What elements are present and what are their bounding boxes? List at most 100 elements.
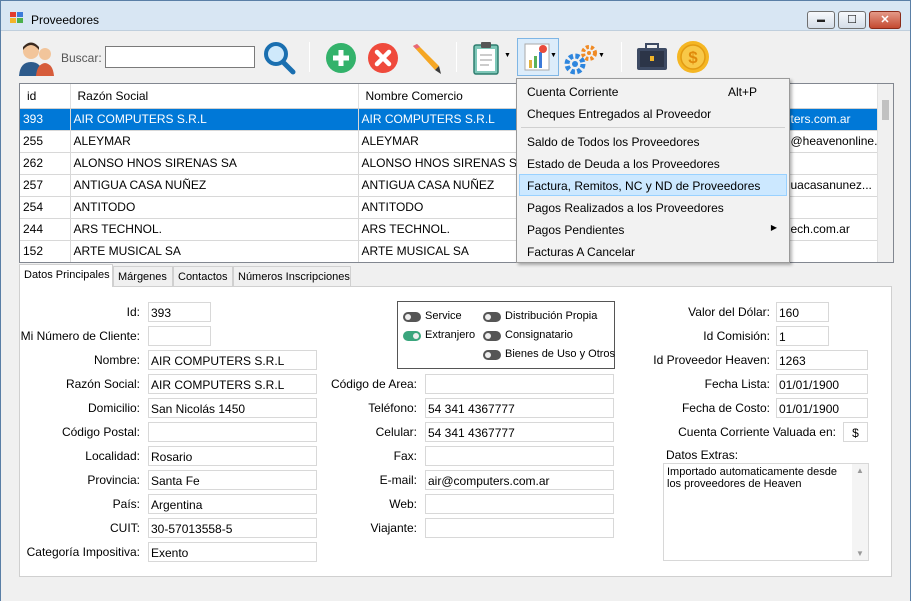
menu-separator — [521, 127, 785, 128]
menu-item-facturas-cancelar[interactable]: Facturas A Cancelar — [519, 240, 787, 262]
cell-id[interactable]: 257 — [20, 174, 71, 197]
edit-pencil-icon[interactable] — [407, 40, 443, 76]
cell-nombre-comercio[interactable]: ALEYMAR — [358, 130, 519, 153]
extranjero-toggle[interactable] — [403, 331, 421, 341]
proveedores-window: Proveedores ▬ ☐ ✕ Buscar: ▼ ▼ ▼ $ id Raz… — [0, 0, 911, 601]
cell-razon-social[interactable]: ARTE MUSICAL SA — [70, 240, 359, 262]
settings-dropdown-icon[interactable]: ▼ — [598, 52, 605, 59]
cell-id[interactable]: 254 — [20, 196, 71, 219]
codigo-area-field[interactable] — [425, 374, 614, 394]
column-header-id[interactable]: id — [20, 84, 71, 109]
close-button[interactable]: ✕ — [869, 11, 901, 29]
viajante-field[interactable] — [425, 518, 614, 538]
datos-extras-scrollbar[interactable]: ▲ ▼ — [852, 464, 868, 560]
cell-id[interactable]: 152 — [20, 240, 71, 262]
cell-razon-social[interactable]: ANTITODO — [70, 196, 359, 219]
cell-razon-social[interactable]: ALEYMAR — [70, 130, 359, 153]
valor-dolar-field[interactable]: 160 — [776, 302, 829, 322]
menu-item-pagos-realizados[interactable]: Pagos Realizados a los Proveedores — [519, 196, 787, 218]
search-input[interactable] — [105, 46, 255, 68]
cell-id[interactable]: 393 — [20, 108, 71, 131]
cell-id[interactable]: 255 — [20, 130, 71, 153]
celular-field[interactable]: 54 341 4367777 — [425, 422, 614, 442]
domicilio-field[interactable]: San Nicolás 1450 — [148, 398, 317, 418]
fax-field[interactable] — [425, 446, 614, 466]
menu-item-saldo-proveedores[interactable]: Saldo de Todos los Proveedores — [519, 130, 787, 152]
maximize-icon: ☐ — [847, 14, 857, 26]
tab-contactos[interactable]: Contactos — [173, 266, 233, 287]
cell-nombre-comercio[interactable]: AIR COMPUTERS S.R.L — [358, 108, 519, 131]
close-icon: ✕ — [880, 14, 890, 26]
id-heaven-field[interactable]: 1263 — [776, 350, 868, 370]
domicilio-label: Domicilio: — [87, 401, 140, 415]
scroll-up-icon[interactable]: ▲ — [856, 466, 864, 475]
delete-icon[interactable] — [367, 42, 399, 74]
column-header-nombre-comercio[interactable]: Nombre Comercio — [358, 84, 519, 109]
categoria-field[interactable]: Exento — [148, 542, 317, 562]
add-icon[interactable] — [325, 42, 357, 74]
client-number-label: Mi Número de Cliente: — [20, 329, 140, 343]
cell-nombre-comercio[interactable]: ALONSO HNOS SIRENAS SA — [358, 152, 519, 175]
column-header-razon-social[interactable]: Razón Social — [70, 84, 359, 109]
menu-item-pagos-pendientes[interactable]: Pagos Pendientes ▶ — [519, 218, 787, 240]
consignatario-toggle[interactable] — [483, 331, 501, 341]
id-comision-field[interactable]: 1 — [776, 326, 829, 346]
provincia-field[interactable]: Santa Fe — [148, 470, 317, 490]
maximize-button[interactable]: ☐ — [838, 11, 866, 29]
menu-item-estado-deuda[interactable]: Estado de Deuda a los Proveedores — [519, 152, 787, 174]
service-toggle[interactable] — [403, 312, 421, 322]
web-field[interactable] — [425, 494, 614, 514]
cell-nombre-comercio[interactable]: ANTIGUA CASA NUÑEZ — [358, 174, 519, 197]
menu-item-cheques-entregados[interactable]: Cheques Entregados al Proveedor — [519, 102, 787, 124]
service-label: Service — [425, 310, 462, 322]
reports-dropdown-icon[interactable]: ▼ — [550, 52, 557, 59]
menu-item-label: Factura, Remitos, NC y ND de Proveedores — [527, 179, 761, 193]
fecha-lista-field[interactable]: 01/01/1900 — [776, 374, 868, 394]
cell-nombre-comercio[interactable]: ARTE MUSICAL SA — [358, 240, 519, 262]
tab-margenes[interactable]: Márgenes — [113, 266, 173, 287]
cuit-field[interactable]: 30-57013558-5 — [148, 518, 317, 538]
minimize-button[interactable]: ▬ — [807, 11, 835, 29]
cc-valuada-field[interactable]: $ — [843, 422, 868, 442]
payment-coin-icon[interactable]: $ — [676, 40, 710, 74]
menu-item-facturas-remitos[interactable]: Factura, Remitos, NC y ND de Proveedores — [519, 174, 787, 196]
fecha-costo-field[interactable]: 01/01/1900 — [776, 398, 868, 418]
briefcase-icon[interactable] — [635, 42, 669, 74]
cell-id[interactable]: 262 — [20, 152, 71, 175]
razon-social-field[interactable]: AIR COMPUTERS S.R.L — [148, 374, 317, 394]
cell-nombre-comercio[interactable]: ANTITODO — [358, 196, 519, 219]
nombre-field[interactable]: AIR COMPUTERS S.R.L — [148, 350, 317, 370]
cell-id[interactable]: 244 — [20, 218, 71, 241]
clipboard-icon[interactable] — [471, 40, 501, 76]
id-label: Id: — [126, 305, 140, 319]
cell-razon-social[interactable]: ANTIGUA CASA NUÑEZ — [70, 174, 359, 197]
email-field[interactable]: air@computers.com.ar — [425, 470, 614, 490]
datos-extras-textarea[interactable]: Importado automaticamente desde los prov… — [663, 463, 869, 561]
scroll-down-icon[interactable]: ▼ — [856, 549, 864, 558]
tab-numeros-inscripciones[interactable]: Números Inscripciones — [233, 266, 351, 287]
pais-field[interactable]: Argentina — [148, 494, 317, 514]
cell-nombre-comercio[interactable]: ARS TECHNOL. — [358, 218, 519, 241]
distribucion-toggle[interactable] — [483, 312, 501, 322]
cell-razon-social[interactable]: ALONSO HNOS SIRENAS SA — [70, 152, 359, 175]
id-field[interactable]: 393 — [148, 302, 211, 322]
celular-label: Celular: — [375, 425, 417, 439]
bienes-uso-toggle[interactable] — [483, 350, 501, 360]
codigo-postal-field[interactable] — [148, 422, 317, 442]
client-number-field[interactable] — [148, 326, 211, 346]
settings-gears-icon[interactable] — [563, 44, 601, 76]
tab-datos-principales[interactable]: Datos Principales — [19, 264, 113, 287]
cell-razon-social[interactable]: AIR COMPUTERS S.R.L — [70, 108, 359, 131]
grid-scrollbar-thumb[interactable] — [882, 100, 889, 120]
telefono-field[interactable]: 54 341 4367777 — [425, 398, 614, 418]
datos-principales-panel: Id: 393 Mi Número de Cliente: Nombre: AI… — [19, 286, 892, 577]
consignatario-label: Consignatario — [505, 329, 573, 341]
clipboard-dropdown-icon[interactable]: ▼ — [504, 52, 511, 59]
grid-scrollbar[interactable] — [877, 84, 893, 262]
cell-razon-social[interactable]: ARS TECHNOL. — [70, 218, 359, 241]
valor-dolar-label: Valor del Dólar: — [688, 305, 770, 319]
search-icon[interactable] — [261, 40, 297, 76]
menu-item-cuenta-corriente[interactable]: Cuenta Corriente Alt+P — [519, 80, 787, 102]
localidad-field[interactable]: Rosario — [148, 446, 317, 466]
submenu-arrow-icon: ▶ — [770, 223, 777, 232]
